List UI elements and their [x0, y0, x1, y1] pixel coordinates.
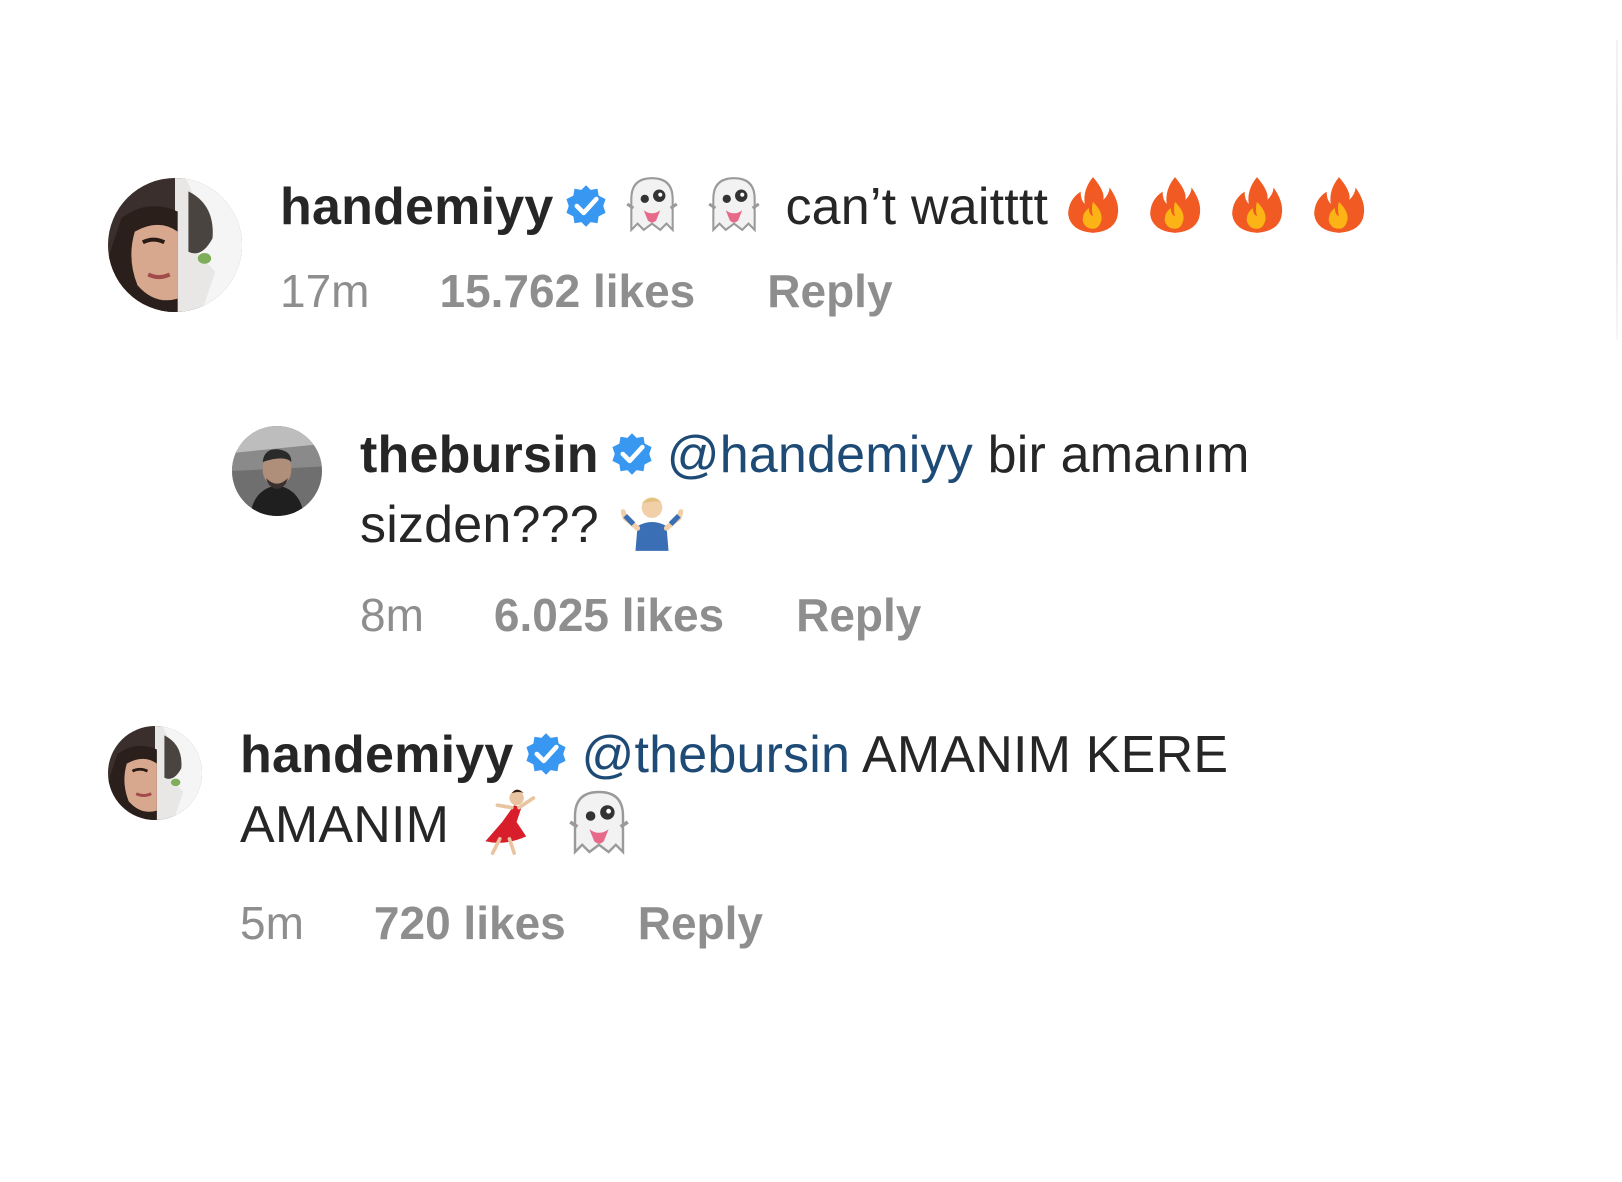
reply-button[interactable]: Reply [638, 896, 763, 950]
avatar-woman-cat-image [108, 178, 242, 312]
ghost-tongue-icon [563, 786, 635, 858]
comment-timestamp: 8m [360, 589, 424, 641]
reply-button[interactable]: Reply [796, 588, 921, 642]
comment-username[interactable]: handemiyy [240, 726, 513, 784]
avatar[interactable] [108, 726, 202, 820]
ghost-tongue-icon [621, 173, 683, 235]
comment-likes[interactable]: 720 likes [374, 896, 566, 950]
comment-text: bir amanım [987, 426, 1250, 484]
reply-button[interactable]: Reply [767, 264, 892, 318]
comment-timestamp: 5m [240, 897, 304, 950]
avatar-man-image [232, 426, 322, 516]
comment-username[interactable]: handemiyy [280, 178, 553, 236]
verified-badge-icon [609, 431, 655, 477]
verified-badge-icon [563, 183, 609, 229]
ghost-tongue-icon [703, 173, 765, 235]
comment-username[interactable]: thebursin [360, 426, 599, 484]
comment-likes[interactable]: 6.025 likes [494, 588, 724, 642]
comment-timestamp: 17m [280, 265, 370, 317]
verified-badge-icon [523, 731, 569, 777]
comment-text: AMANIM KERE [861, 726, 1229, 784]
woman-dancing-icon [471, 786, 543, 858]
scroll-edge-divider [1616, 40, 1618, 340]
comment-likes[interactable]: 15.762 likes [439, 264, 695, 318]
comment-text-continued: sizden??? [360, 496, 599, 554]
avatar[interactable] [108, 178, 242, 312]
mention-link[interactable]: @thebursin [581, 726, 850, 784]
man-shrugging-icon [620, 491, 683, 553]
fire-icon [1308, 173, 1370, 235]
avatar[interactable] [232, 426, 322, 516]
fire-icon [1062, 173, 1124, 235]
fire-icon [1226, 173, 1288, 235]
comment-handemiyy-2: handemiyy @thebursin AMANIM KERE AMANIM 5… [108, 720, 1228, 950]
comment-handemiyy-1: handemiyy can’t waitttt 17m 15.762 likes … [108, 172, 1390, 318]
mention-link[interactable]: @handemiyy [667, 426, 973, 484]
fire-icon [1144, 173, 1206, 235]
comment-thebursin-reply: thebursin @handemiyy bir amanım sizden???… [232, 420, 1250, 642]
comment-text-continued: AMANIM [240, 796, 450, 854]
avatar-woman-cat-image [108, 726, 202, 820]
comment-text: can’t waitttt [785, 178, 1049, 236]
